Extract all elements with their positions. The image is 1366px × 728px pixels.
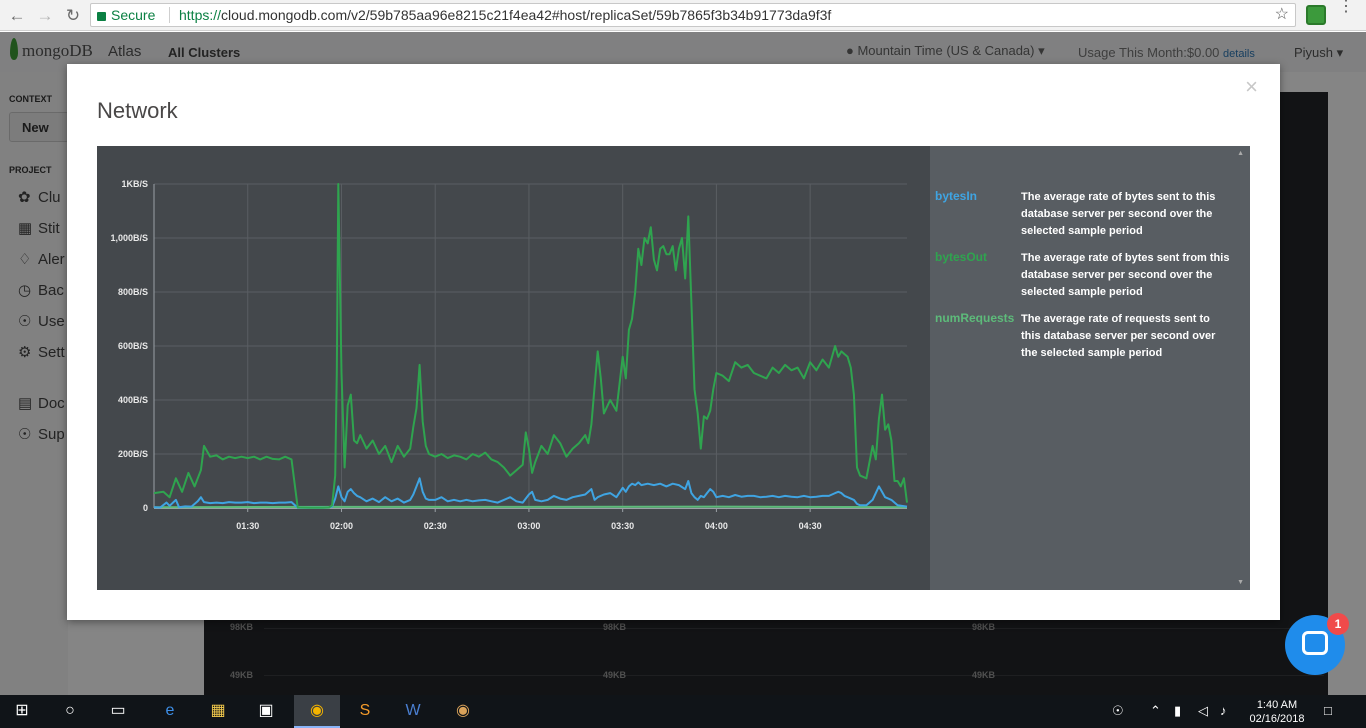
y-tick-label: 600B/S — [118, 341, 148, 351]
file-explorer-icon[interactable]: ▦ — [206, 700, 230, 722]
chevron-up-icon[interactable]: ⌃ — [1150, 703, 1161, 719]
paint-icon[interactable]: ◉ — [451, 700, 475, 722]
y-tick-label: 0 — [143, 503, 148, 513]
network-modal: Network × 0 200B/S 400B/S 600B/S 800B/S 1,000… — [67, 64, 1280, 620]
edge-icon[interactable]: e — [158, 700, 182, 722]
close-icon[interactable]: × — [1245, 76, 1258, 98]
chart-legend: ▲ bytesIn The average rate of bytes sent… — [930, 146, 1250, 590]
scroll-down-icon[interactable]: ▼ — [1237, 579, 1244, 586]
network-chart: 0 200B/S 400B/S 600B/S 800B/S 1,000B/S 1KB/S 01… — [97, 146, 930, 590]
secure-indicator[interactable]: Secure — [97, 4, 155, 26]
series-line-bytesin — [153, 477, 908, 509]
legend-description: The average rate of bytes sent to this d… — [1021, 191, 1216, 237]
clock-date: 02/16/2018 — [1249, 713, 1305, 725]
task-view-icon[interactable]: ▭ — [106, 700, 130, 722]
address-bar[interactable]: Secure https://cloud.mongodb.com/v2/59b7… — [90, 3, 1296, 27]
chat-icon — [1302, 631, 1328, 655]
x-tick-label: 04:00 — [705, 521, 728, 531]
scroll-up-icon[interactable]: ▲ — [1237, 150, 1244, 157]
url-text[interactable]: https://cloud.mongodb.com/v2/59b785aa96e… — [179, 4, 831, 26]
windows-taskbar: ⊞ ○ ▭ e ▦ ▣ ◉ S W ◉ ☉ ⌃ ▮ ◁ ♪ 1:40 AM 02… — [0, 695, 1366, 728]
x-tick-label: 04:30 — [799, 521, 822, 531]
x-tick-label: 02:30 — [424, 521, 447, 531]
volume-icon[interactable]: ♪ — [1220, 703, 1227, 718]
legend-description: The average rate of requests sent to thi… — [1021, 313, 1216, 359]
y-tick-label: 400B/S — [118, 395, 148, 405]
chrome-icon[interactable]: ◉ — [305, 700, 329, 722]
y-tick-label: 1KB/S — [121, 179, 148, 189]
legend-description: The average rate of bytes sent from this… — [1021, 252, 1230, 298]
modal-title: Network — [97, 98, 178, 123]
legend-series-name: numRequests — [935, 311, 1015, 325]
search-icon[interactable]: ○ — [58, 700, 82, 722]
browser-chrome: ← → ↻ Secure https://cloud.mongodb.com/v… — [0, 0, 1366, 31]
y-tick-label: 800B/S — [118, 287, 148, 297]
sublime-text-icon[interactable]: S — [353, 700, 377, 722]
url-scheme: https:// — [179, 7, 222, 23]
legend-series-name: bytesOut — [935, 250, 988, 264]
forward-icon[interactable]: → — [34, 5, 56, 27]
secure-label: Secure — [111, 7, 156, 23]
y-tick-label: 200B/S — [118, 449, 148, 459]
chart-svg: 0 200B/S 400B/S 600B/S 800B/S 1,000B/S 1KB/S 01… — [110, 179, 908, 531]
browser-menu-icon[interactable]: ⋮ — [1338, 0, 1354, 15]
back-icon[interactable]: ← — [6, 5, 28, 27]
x-tick-label: 03:30 — [611, 521, 634, 531]
x-tick-label: 03:00 — [517, 521, 540, 531]
extension-icon[interactable] — [1306, 5, 1326, 25]
chat-badge: 1 — [1327, 613, 1349, 635]
clock-time: 1:40 AM — [1256, 699, 1298, 711]
wifi-icon[interactable]: ◁ — [1198, 703, 1208, 719]
legend-series-name: bytesIn — [935, 189, 978, 203]
bookmark-star-icon[interactable]: ☆ — [1275, 4, 1289, 26]
battery-icon[interactable]: ▮ — [1174, 703, 1181, 719]
store-icon[interactable]: ▣ — [254, 700, 278, 722]
system-clock[interactable]: 1:40 AM 02/16/2018 — [1246, 698, 1308, 726]
url-rest: cloud.mongodb.com/v2/59b785aa96e8215c21f… — [221, 7, 832, 23]
x-tick-label: 01:30 — [236, 521, 259, 531]
series-line-numrequests — [153, 505, 908, 509]
lock-icon — [97, 12, 106, 21]
x-tick-label: 02:00 — [330, 521, 353, 531]
windows-start-icon[interactable]: ⊞ — [10, 700, 34, 722]
reload-icon[interactable]: ↻ — [62, 5, 84, 27]
word-icon[interactable]: W — [401, 700, 425, 722]
y-tick-label: 1,000B/S — [110, 233, 148, 243]
omnibox-separator — [169, 7, 170, 23]
people-icon[interactable]: ☉ — [1112, 703, 1124, 719]
notifications-icon[interactable]: □ — [1324, 703, 1332, 718]
